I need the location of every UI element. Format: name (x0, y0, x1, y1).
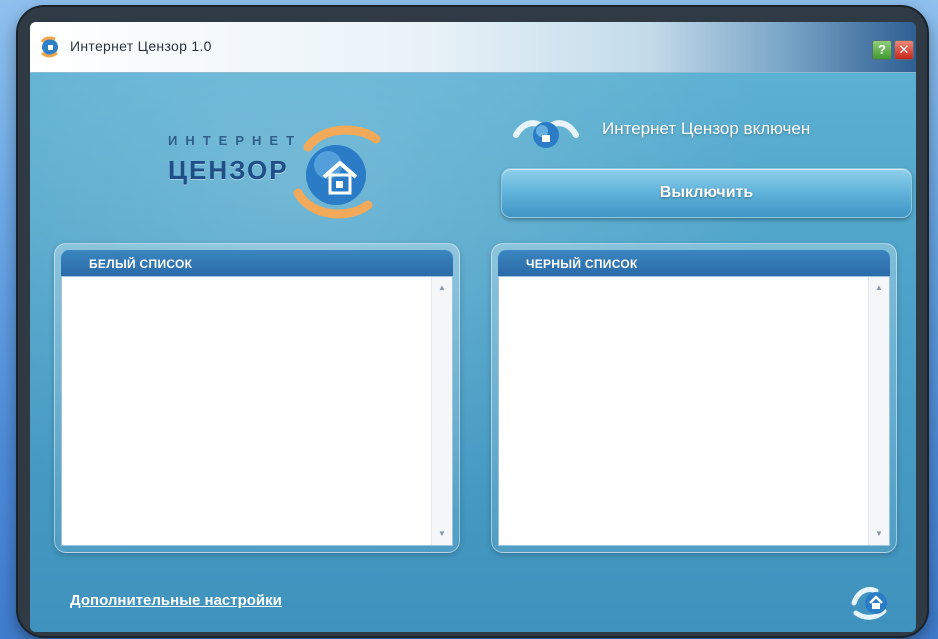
scroll-down-icon[interactable]: ▼ (432, 525, 452, 543)
window-title: Интернет Цензор 1.0 (70, 38, 212, 54)
scroll-up-icon[interactable]: ▲ (432, 279, 452, 297)
title-bar[interactable]: Интернет Цензор 1.0 ? ✕ (30, 22, 916, 73)
whitelist-header: БЕЛЫЙ СПИСОК (61, 250, 453, 276)
blacklist-list[interactable]: ▲ ▼ (498, 276, 890, 546)
blacklist-panel: ЧЕРНЫЙ СПИСОК ▲ ▼ (491, 243, 897, 553)
app-logo: ИНТЕРНЕТ ЦЕНЗОР (148, 115, 381, 225)
logo-line2: ЦЕНЗОР (168, 155, 289, 185)
whitelist-list[interactable]: ▲ ▼ (61, 276, 453, 546)
status-text: Интернет Цензор включен (602, 119, 811, 138)
censor-logo-icon[interactable] (850, 581, 894, 621)
main-content: ИНТЕРНЕТ ЦЕНЗОР Интернет Цензор включен … (30, 73, 916, 632)
globe-house-icon (293, 125, 381, 219)
whitelist-title: БЕЛЫЙ СПИСОК (89, 257, 193, 271)
blacklist-scrollbar[interactable]: ▲ ▼ (868, 277, 889, 545)
disable-button[interactable]: Выключить (501, 168, 912, 218)
whitelist-scrollbar[interactable]: ▲ ▼ (431, 277, 452, 545)
blacklist-header: ЧЕРНЫЙ СПИСОК (498, 250, 890, 276)
close-button[interactable]: ✕ (894, 40, 914, 60)
logo-line1: ИНТЕРНЕТ (168, 133, 303, 148)
help-button[interactable]: ? (872, 40, 892, 60)
advanced-settings-link[interactable]: Дополнительные настройки (70, 592, 282, 609)
app-window-frame: Интернет Цензор 1.0 ? ✕ ИНТЕРНЕТ ЦЕНЗОР (18, 7, 927, 636)
blacklist-title: ЧЕРНЫЙ СПИСОК (526, 257, 638, 271)
app-window: Интернет Цензор 1.0 ? ✕ ИНТЕРНЕТ ЦЕНЗОР (30, 22, 916, 632)
scroll-down-icon[interactable]: ▼ (869, 525, 889, 543)
shield-globe-icon (513, 120, 579, 148)
whitelist-panel: БЕЛЫЙ СПИСОК ▲ ▼ (54, 243, 460, 553)
scroll-up-icon[interactable]: ▲ (869, 279, 889, 297)
app-icon (40, 36, 58, 58)
